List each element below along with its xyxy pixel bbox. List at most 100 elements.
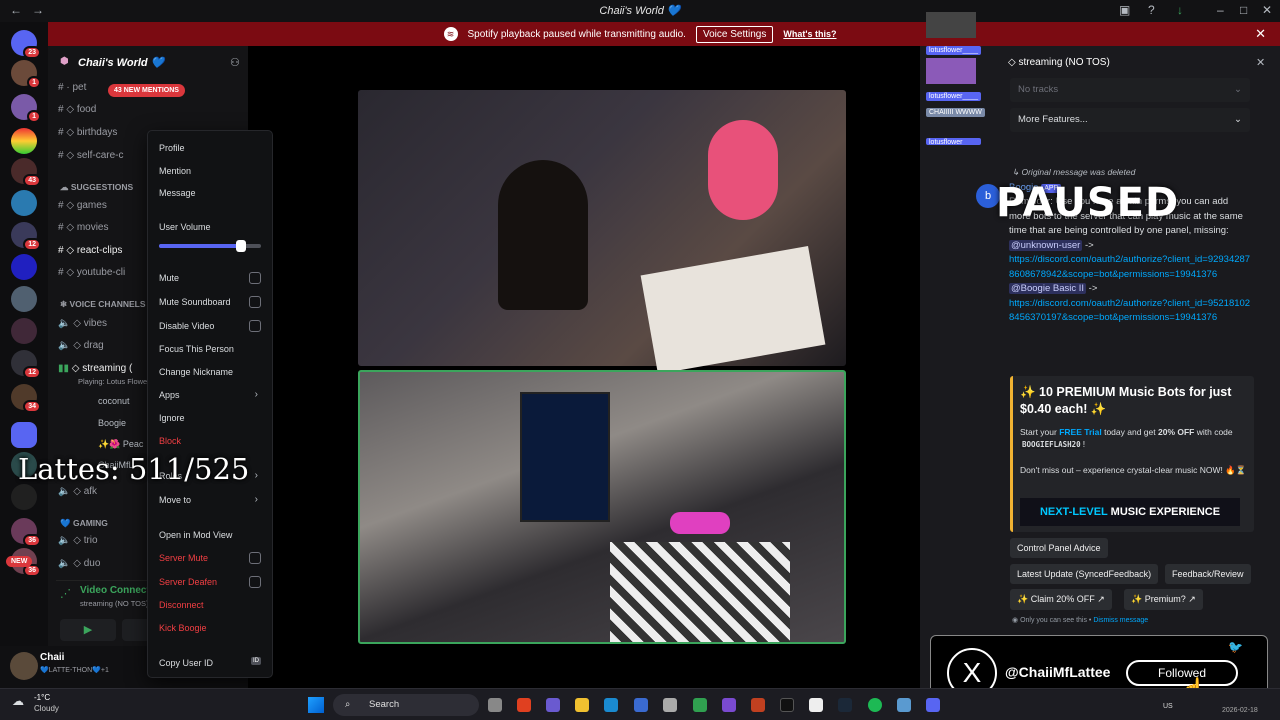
channel-streaming[interactable]: ▮▮ ◇ streaming ( bbox=[58, 363, 132, 374]
app-icon[interactable] bbox=[751, 698, 765, 712]
menu-mention[interactable]: Mention bbox=[159, 166, 191, 176]
feedback-button[interactable]: Feedback/Review bbox=[1165, 564, 1251, 584]
channel-react-clips[interactable]: # ◇ react-clips bbox=[58, 245, 122, 256]
voice-user-boogie[interactable]: Boogie bbox=[98, 418, 126, 428]
server-icon[interactable]: 34 bbox=[11, 384, 41, 413]
camera-button[interactable]: ▶ bbox=[60, 619, 116, 641]
server-icon[interactable]: 1 bbox=[11, 94, 41, 123]
server-icon[interactable] bbox=[11, 318, 37, 344]
menu-server-deafen[interactable]: Server Deafen bbox=[159, 577, 217, 587]
download-icon[interactable]: ↓ bbox=[1177, 3, 1183, 17]
channel-trio[interactable]: 🔈 ◇ trio bbox=[58, 535, 98, 546]
menu-block[interactable]: Block bbox=[159, 436, 181, 446]
steam-icon[interactable] bbox=[838, 698, 852, 712]
file-explorer-icon[interactable] bbox=[575, 698, 589, 712]
menu-apps[interactable]: Apps bbox=[159, 390, 180, 400]
tiktok-icon[interactable] bbox=[780, 698, 794, 712]
channel-drag[interactable]: 🔈 ◇ drag bbox=[58, 340, 104, 351]
user-volume-slider[interactable] bbox=[159, 240, 261, 252]
menu-disconnect[interactable]: Disconnect bbox=[159, 600, 204, 610]
app-icon[interactable] bbox=[634, 698, 648, 712]
avatar[interactable] bbox=[10, 652, 38, 680]
app-icon[interactable] bbox=[517, 698, 531, 712]
weather-temp[interactable]: -1°C bbox=[34, 693, 50, 702]
channel-games[interactable]: # ◇ games bbox=[58, 200, 107, 211]
language-indicator[interactable]: US bbox=[1163, 703, 1173, 710]
server-icon[interactable]: 36 bbox=[11, 518, 41, 547]
add-member-icon[interactable]: ⚇ bbox=[230, 56, 240, 69]
inbox-icon[interactable]: ▣ bbox=[1119, 3, 1130, 17]
app-icon[interactable] bbox=[546, 698, 560, 712]
menu-message[interactable]: Message bbox=[159, 188, 196, 198]
voice-settings-button[interactable]: Voice Settings bbox=[695, 25, 774, 43]
server-icon[interactable]: 43 bbox=[11, 158, 41, 187]
maximize-icon[interactable]: □ bbox=[1240, 3, 1247, 17]
menu-ignore[interactable]: Ignore bbox=[159, 413, 185, 423]
menu-server-mute[interactable]: Server Mute bbox=[159, 553, 208, 563]
minimize-icon[interactable]: – bbox=[1217, 3, 1224, 17]
category-gaming[interactable]: 💙 GAMING bbox=[60, 518, 108, 529]
menu-mute[interactable]: Mute bbox=[159, 273, 179, 283]
tracks-select[interactable]: No tracks ⌄ bbox=[1010, 78, 1250, 102]
server-deafen-checkbox[interactable] bbox=[249, 576, 261, 588]
menu-profile[interactable]: Profile bbox=[159, 143, 185, 153]
latest-update-button[interactable]: Latest Update (SyncedFeedback) bbox=[1010, 564, 1159, 584]
channel-birthdays[interactable]: # ◇ birthdays bbox=[58, 127, 117, 138]
dismiss-link[interactable]: Dismiss message bbox=[1093, 617, 1148, 624]
channel-pet[interactable]: # · pet bbox=[58, 82, 86, 93]
menu-copy-user-id[interactable]: Copy User ID bbox=[159, 658, 213, 668]
menu-change-nickname[interactable]: Change Nickname bbox=[159, 367, 233, 377]
mute-soundboard-checkbox[interactable] bbox=[249, 296, 261, 308]
menu-move-to[interactable]: Move to bbox=[159, 495, 191, 505]
server-icon[interactable] bbox=[11, 254, 37, 280]
invite-link[interactable]: https://discord.com/oauth2/authorize?cli… bbox=[1009, 298, 1250, 324]
close-panel-icon[interactable]: ✕ bbox=[1256, 56, 1265, 69]
more-features-select[interactable]: More Features... ⌄ bbox=[1010, 108, 1250, 132]
channel-vibes[interactable]: 🔈 ◇ vibes bbox=[58, 318, 107, 329]
category-voice[interactable]: ❄ VOICE CHANNELS bbox=[60, 299, 146, 310]
help-icon[interactable]: ? bbox=[1148, 3, 1155, 17]
premium-button[interactable]: ✨ Premium? ↗ bbox=[1124, 589, 1203, 610]
disable-video-checkbox[interactable] bbox=[249, 320, 261, 332]
server-icon[interactable] bbox=[11, 190, 37, 216]
close-notice-icon[interactable]: ✕ bbox=[1255, 26, 1266, 42]
edge-icon[interactable] bbox=[604, 698, 618, 712]
windows-start-icon[interactable] bbox=[308, 697, 324, 713]
channel-movies[interactable]: # ◇ movies bbox=[58, 222, 109, 233]
folder-icon[interactable] bbox=[11, 422, 37, 448]
server-icon[interactable]: 1 bbox=[11, 60, 41, 89]
app-icon[interactable] bbox=[809, 698, 823, 712]
server-icon[interactable]: 12 bbox=[11, 350, 41, 379]
menu-disable-video[interactable]: Disable Video bbox=[159, 321, 214, 331]
channel-youtube-clips[interactable]: # ◇ youtube-cli bbox=[58, 267, 125, 278]
server-mute-checkbox[interactable] bbox=[249, 552, 261, 564]
clock-date[interactable]: 2026-02-18 bbox=[1222, 707, 1258, 714]
invite-link[interactable]: https://discord.com/oauth2/authorize?cli… bbox=[1009, 254, 1250, 280]
category-suggestions[interactable]: ☁ SUGGESTIONS bbox=[60, 182, 133, 193]
claim-off-button[interactable]: ✨ Claim 20% OFF ↗ bbox=[1010, 589, 1112, 610]
channel-afk[interactable]: 🔈 ◇ afk bbox=[58, 486, 97, 497]
volume-knob[interactable] bbox=[235, 240, 246, 252]
server-icon[interactable] bbox=[11, 128, 37, 154]
mute-checkbox[interactable] bbox=[249, 272, 261, 284]
video-tile-main[interactable] bbox=[358, 90, 846, 375]
channel-self-care[interactable]: # ◇ self-care-c bbox=[58, 150, 124, 161]
server-icon[interactable]: 12 bbox=[11, 222, 41, 251]
menu-focus-person[interactable]: Focus This Person bbox=[159, 344, 234, 354]
control-panel-advice-button[interactable]: Control Panel Advice bbox=[1010, 538, 1108, 558]
new-mentions-badge[interactable]: 43 NEW MENTIONS bbox=[108, 84, 185, 97]
menu-kick[interactable]: Kick Boogie bbox=[159, 623, 207, 633]
user-mention[interactable]: @unknown-user bbox=[1009, 239, 1083, 251]
channel-food[interactable]: # ◇ food bbox=[58, 104, 96, 115]
voice-user-peach[interactable]: ✨🌺 Peac bbox=[98, 439, 143, 450]
discord-icon[interactable] bbox=[926, 698, 940, 712]
taskbar-search[interactable]: ⌕ Search bbox=[333, 694, 479, 716]
voice-user-coconut[interactable]: coconut bbox=[98, 396, 130, 406]
promo-banner[interactable]: NEXT-LEVEL MUSIC EXPERIENCE bbox=[1020, 498, 1240, 526]
menu-mod-view[interactable]: Open in Mod View bbox=[159, 530, 232, 540]
chrome-icon[interactable] bbox=[693, 698, 707, 712]
app-icon[interactable] bbox=[663, 698, 677, 712]
server-icon[interactable] bbox=[11, 286, 37, 312]
app-icon[interactable] bbox=[897, 698, 911, 712]
close-window-icon[interactable]: ✕ bbox=[1262, 3, 1272, 17]
